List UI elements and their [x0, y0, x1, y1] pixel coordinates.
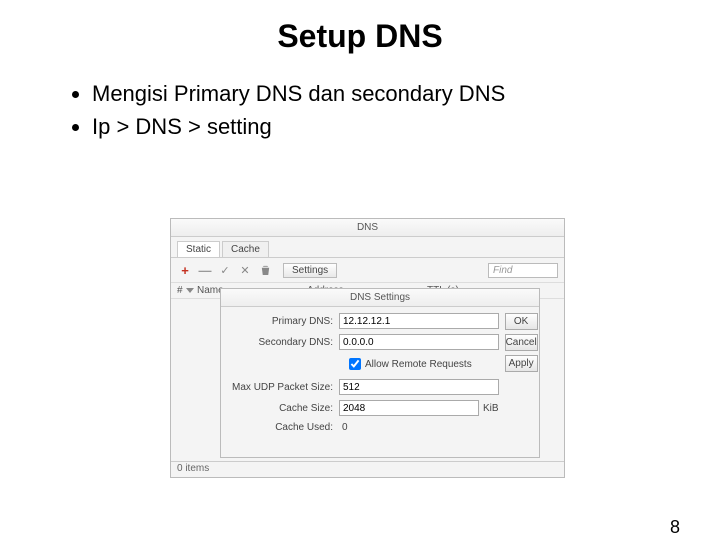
secondary-dns-label: Secondary DNS:	[227, 337, 339, 348]
dns-window-titlebar: DNS	[171, 219, 564, 237]
find-input[interactable]: Find	[488, 263, 558, 278]
secondary-dns-input[interactable]	[339, 334, 499, 350]
primary-dns-input[interactable]	[339, 313, 499, 329]
dns-settings-titlebar: DNS Settings	[221, 289, 539, 307]
dns-statusbar: 0 items	[171, 461, 564, 477]
tab-static[interactable]: Static	[177, 241, 220, 257]
max-udp-label: Max UDP Packet Size:	[227, 382, 339, 393]
cancel-button[interactable]: Cancel	[505, 334, 538, 351]
slide-title: Setup DNS	[0, 18, 720, 55]
max-udp-input[interactable]	[339, 379, 499, 395]
settings-button[interactable]: Settings	[283, 263, 337, 278]
allow-remote-label: Allow Remote Requests	[365, 359, 472, 370]
tab-cache[interactable]: Cache	[222, 241, 269, 257]
cache-used-label: Cache Used:	[227, 422, 339, 433]
cache-size-unit: KiB	[483, 403, 499, 414]
sort-icon	[186, 288, 194, 293]
embedded-screenshot: DNS Static Cache + — ✓ ✕ Settings Find #…	[170, 218, 565, 478]
disable-icon[interactable]: ✕	[237, 262, 253, 278]
page-number: 8	[670, 517, 680, 538]
dns-settings-title: DNS Settings	[350, 292, 410, 303]
cache-size-input[interactable]	[339, 400, 479, 416]
dns-tabs: Static Cache	[171, 237, 564, 258]
trash-icon[interactable]	[257, 262, 273, 278]
dns-settings-dialog: DNS Settings Primary DNS: Secondary DNS:…	[220, 288, 540, 458]
bullet-list: Mengisi Primary DNS dan secondary DNS Ip…	[34, 77, 720, 143]
add-icon[interactable]: +	[177, 262, 193, 278]
apply-button[interactable]: Apply	[505, 355, 538, 372]
ok-button[interactable]: OK	[505, 313, 538, 330]
allow-remote-checkbox[interactable]	[349, 358, 361, 370]
cache-size-label: Cache Size:	[227, 403, 339, 414]
enable-icon[interactable]: ✓	[217, 262, 233, 278]
bullet-1: Mengisi Primary DNS dan secondary DNS	[92, 77, 720, 110]
dns-toolbar: + — ✓ ✕ Settings Find	[171, 258, 564, 283]
cache-used-value: 0	[339, 421, 499, 434]
col-number[interactable]: #	[177, 285, 197, 296]
remove-icon[interactable]: —	[197, 262, 213, 278]
bullet-2: Ip > DNS > setting	[92, 110, 720, 143]
primary-dns-label: Primary DNS:	[227, 316, 339, 327]
dns-window-title: DNS	[357, 222, 378, 233]
